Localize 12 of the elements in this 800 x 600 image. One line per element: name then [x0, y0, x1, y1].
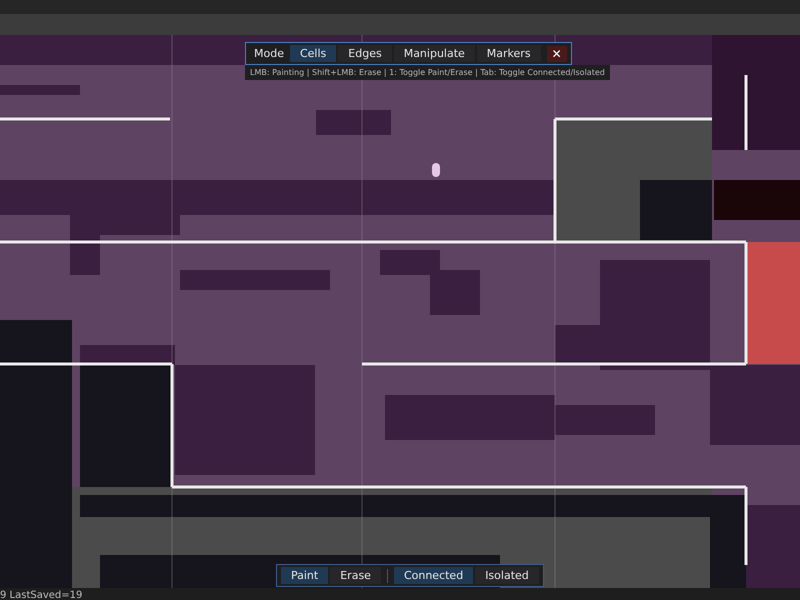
connectivity-button[interactable]: Connected: [394, 567, 474, 584]
brush-tool-button[interactable]: Paint: [281, 567, 328, 584]
mode-tab[interactable]: Edges: [338, 45, 392, 62]
mode-tab[interactable]: Manipulate: [394, 45, 475, 62]
close-button[interactable]: ✕: [546, 46, 567, 62]
hint-text: LMB: Painting | Shift+LMB: Erase | 1: Toggle Paint/Erase | Tab: Toggle Connected/Isolated: [245, 65, 610, 80]
brush-tool-button[interactable]: Erase: [330, 567, 381, 584]
mode-tab[interactable]: Markers: [476, 45, 541, 62]
mode-label: Mode: [253, 47, 285, 60]
mode-tab[interactable]: Cells: [290, 45, 336, 62]
connectivity-button[interactable]: Isolated: [475, 567, 539, 584]
status-text: 9 LastSaved=19: [0, 590, 82, 600]
